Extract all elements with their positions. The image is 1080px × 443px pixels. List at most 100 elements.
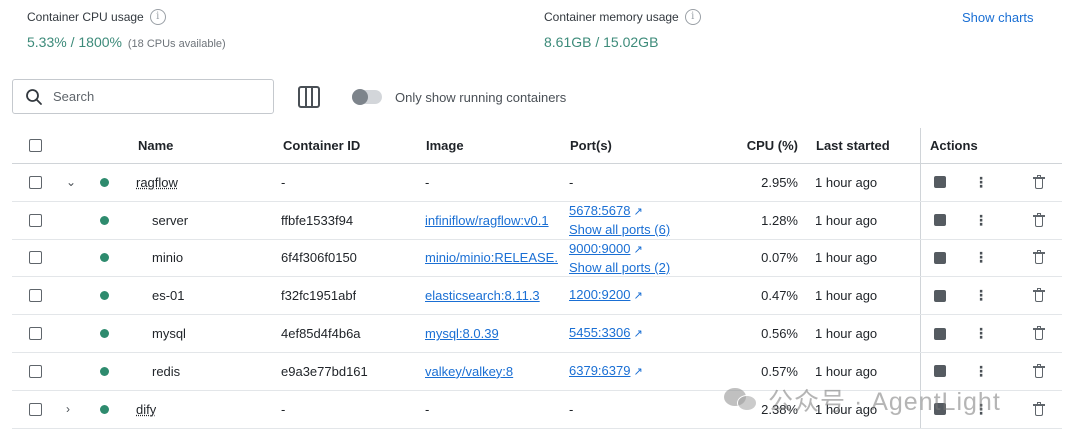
search-box[interactable] [12,79,274,114]
table-row-group[interactable]: ⌄ ragflow - - - 2.95% 1 hour ago ⋮ [12,164,1062,202]
actions-divider [920,315,921,352]
cpu-usage-label-text: Container CPU usage [27,10,144,24]
container-id: - [281,401,286,417]
stop-icon[interactable] [934,251,946,264]
running-only-label: Only show running containers [395,90,567,105]
cpu-percent: 0.57% [761,363,798,379]
container-image[interactable]: elasticsearch:8.11.3 [425,288,540,303]
stop-icon[interactable] [934,176,946,189]
container-name[interactable]: ragflow [136,164,178,201]
container-name[interactable]: minio [152,240,183,277]
container-port: - [569,174,574,190]
kebab-menu-icon[interactable]: ⋮ [974,363,988,380]
container-name[interactable]: dify [136,391,156,428]
running-only-toggle[interactable] [352,89,382,105]
container-id: f32fc1951abf [281,288,357,304]
header-name[interactable]: Name [138,128,173,163]
running-status-dot [100,177,109,187]
kebab-menu-icon[interactable]: ⋮ [974,174,988,191]
chevron-down-icon[interactable]: ⌄ [66,175,76,189]
last-started: 1 hour ago [815,326,878,342]
info-icon[interactable]: i [149,9,166,25]
trash-icon[interactable] [1033,288,1045,303]
container-name[interactable]: server [152,202,188,239]
table-row[interactable]: server ffbfe1533f94 infiniflow/ragflow:v0.… [12,201,1062,240]
port-link[interactable]: 6379:6379 [569,363,630,378]
external-link-icon: ↗ [633,365,643,378]
table-row[interactable]: redis e9a3e77bd161 valkey/valkey:8 6379:637… [12,352,1062,391]
columns-icon[interactable] [298,86,320,108]
row-checkbox[interactable] [29,289,42,303]
actions-divider [920,201,921,239]
containers-table: Name Container ID Image Port(s) CPU (%) … [12,128,1062,429]
search-icon [26,88,42,105]
search-input[interactable] [53,89,243,104]
chevron-right-icon[interactable]: › [66,402,70,416]
stop-icon[interactable] [934,327,946,340]
stop-icon[interactable] [934,214,946,227]
select-all-checkbox[interactable] [29,139,42,152]
actions-divider [920,164,921,201]
show-charts-link[interactable]: Show charts [962,10,1034,25]
show-all-ports-link[interactable]: Show all ports (2) [569,259,670,277]
trash-icon[interactable] [1033,401,1045,416]
port-link[interactable]: 5678:5678 [569,203,630,218]
table-row[interactable]: mysql 4ef85d4f4b6a mysql:8.0.39 5455:3306 ↗ 0… [12,315,1062,353]
row-checkbox[interactable] [29,364,42,378]
external-link-icon: ↗ [633,290,643,303]
stop-icon[interactable] [934,289,946,302]
kebab-menu-icon[interactable]: ⋮ [974,325,988,342]
container-image: - [425,401,430,417]
kebab-menu-icon[interactable]: ⋮ [974,249,988,266]
row-checkbox[interactable] [29,402,42,416]
header-container-id[interactable]: Container ID [283,128,360,163]
port-link[interactable]: 5455:3306 [569,325,630,340]
kebab-menu-icon[interactable]: ⋮ [974,287,988,304]
cpu-percent: 0.07% [761,250,798,266]
running-status-dot [100,253,109,263]
container-image[interactable]: valkey/valkey:8 [425,364,513,379]
port-link[interactable]: 9000:9000 [569,241,630,256]
trash-icon[interactable] [1033,250,1045,265]
last-started: 1 hour ago [815,363,878,379]
trash-icon[interactable] [1033,174,1045,189]
running-status-dot [100,291,109,301]
stop-icon[interactable] [934,403,946,416]
table-row[interactable]: minio 6f4f306f0150 minio/minio:RELEASE. 900… [12,239,1062,278]
cpu-percent: 0.56% [761,326,798,342]
header-last-started[interactable]: Last started [816,128,890,163]
container-image[interactable]: minio/minio:RELEASE. [425,250,558,265]
kebab-menu-icon[interactable]: ⋮ [974,401,988,418]
row-checkbox[interactable] [29,175,42,189]
header-cpu[interactable]: CPU (%) [712,128,798,163]
info-icon[interactable]: i [684,9,701,25]
trash-icon[interactable] [1033,212,1045,227]
container-id: 4ef85d4f4b6a [281,326,361,342]
cpu-percent: 2.95% [761,174,798,190]
port-link[interactable]: 1200:9200 [569,287,630,302]
external-link-icon: ↗ [633,205,643,218]
container-image[interactable]: infiniflow/ragflow:v0.1 [425,213,549,228]
stop-icon[interactable] [934,365,946,378]
running-status-dot [100,404,109,414]
header-ports[interactable]: Port(s) [570,128,612,163]
container-image[interactable]: mysql:8.0.39 [425,326,499,341]
table-row-group[interactable]: › dify - - - 2.38% 1 hour ago ⋮ [12,390,1062,429]
trash-icon[interactable] [1033,363,1045,378]
row-checkbox[interactable] [29,213,42,227]
last-started: 1 hour ago [815,401,878,417]
last-started: 1 hour ago [815,250,878,266]
trash-icon[interactable] [1033,326,1045,341]
actions-divider [920,390,921,428]
show-all-ports-link[interactable]: Show all ports (6) [569,221,670,239]
header-image[interactable]: Image [426,128,464,163]
container-name[interactable]: redis [152,353,180,390]
row-checkbox[interactable] [29,251,42,265]
container-name[interactable]: mysql [152,315,186,352]
last-started: 1 hour ago [815,174,878,190]
container-name[interactable]: es-01 [152,277,185,314]
memory-usage-label-text: Container memory usage [544,10,679,24]
table-row[interactable]: es-01 f32fc1951abf elasticsearch:8.11.3 120… [12,277,1062,316]
kebab-menu-icon[interactable]: ⋮ [974,212,988,229]
row-checkbox[interactable] [29,327,42,341]
